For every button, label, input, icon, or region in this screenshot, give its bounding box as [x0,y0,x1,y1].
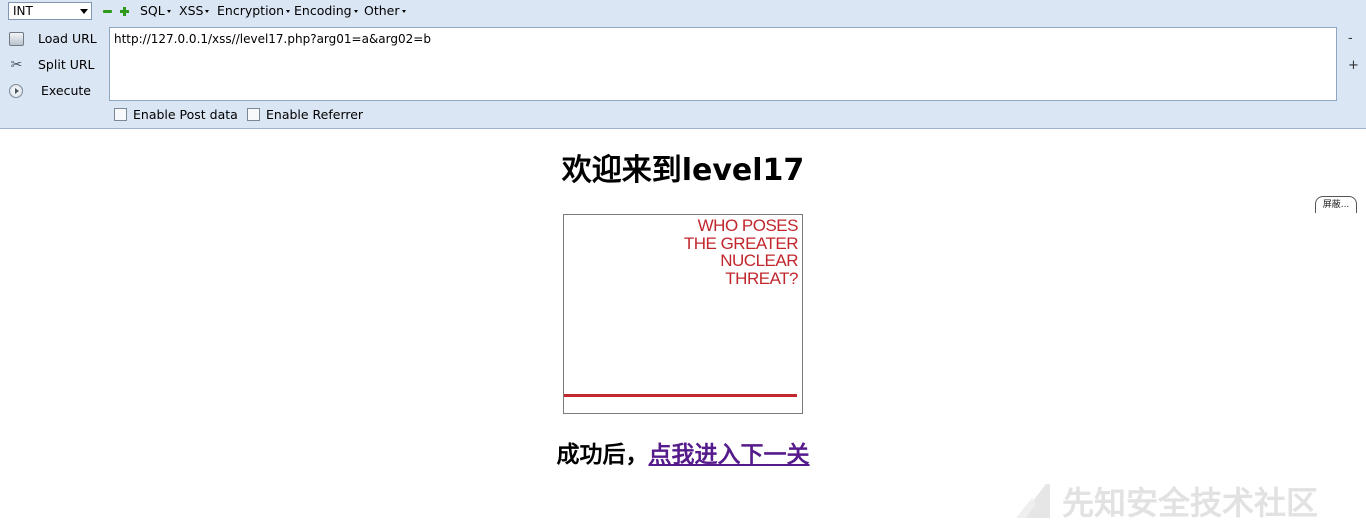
int-select-value: INT [13,4,33,18]
page-title: 欢迎来到level17 [561,153,805,188]
play-icon [9,84,23,98]
int-type-select[interactable]: INT [8,2,92,20]
caret-down-icon [353,10,358,13]
caret-down-icon [401,10,406,13]
watermark: 先知安全技术社区 [1012,478,1318,528]
menu-sql-label: SQL [140,3,165,18]
plus-icon[interactable] [120,7,129,16]
menu-sql[interactable]: SQL [140,3,171,19]
enable-referrer-checkbox[interactable]: Enable Referrer [247,107,363,125]
load-url-icon [9,32,24,46]
embed-divider [564,394,797,397]
embed-caption: WHO POSES THE GREATER NUCLEAR THREAT? [683,216,799,288]
caret-down-icon [286,10,291,13]
split-url-label: Split URL [38,57,95,72]
caret-down-icon [166,10,171,13]
menu-xss[interactable]: XSS [179,3,210,19]
menu-encoding[interactable]: Encoding [294,3,358,19]
next-level-link[interactable]: 点我进入下一关 [649,442,810,468]
execute-label: Execute [41,83,91,98]
menu-other[interactable]: Other [364,3,406,19]
embed-caption-line: THREAT? [725,268,798,288]
load-url-label: Load URL [38,31,97,46]
embedded-flash-object[interactable]: WHO POSES THE GREATER NUCLEAR THREAT? [563,214,803,414]
hackbar-menu-row: INT SQL XSS Encryption Encoding Other [0,0,1366,24]
url-text: http://127.0.0.1/xss//level17.php?arg01=… [114,32,431,46]
split-url-button[interactable]: ✂ Split URL [6,54,98,76]
enable-post-checkbox[interactable]: Enable Post data [114,107,238,125]
load-url-button[interactable]: Load URL [6,28,98,50]
embed-caption-line: NUCLEAR [720,251,798,270]
menu-encryption[interactable]: Encryption [217,3,291,19]
scissors-icon: ✂ [10,57,23,73]
enable-post-label: Enable Post data [133,107,238,122]
checkbox-icon [114,108,127,121]
checkbox-icon [247,108,260,121]
enable-referrer-label: Enable Referrer [266,107,364,122]
block-tab[interactable]: 屏蔽... [1315,196,1357,213]
xianzhi-logo-icon [1016,484,1050,518]
embed-caption-line: THE GREATER [683,233,799,253]
menu-other-label: Other [364,3,400,18]
execute-button[interactable]: Execute [6,80,98,102]
menu-xss-label: XSS [179,3,204,18]
shrink-button[interactable]: - [1348,31,1353,46]
menu-encryption-label: Encryption [217,3,285,18]
watermark-text: 先知安全技术社区 [1062,484,1319,522]
url-textarea[interactable]: http://127.0.0.1/xss//level17.php?arg01=… [109,27,1337,101]
caret-down-icon [205,10,210,13]
minus-icon[interactable] [103,7,112,16]
next-level-line: 成功后，点我进入下一关 [0,436,1366,474]
embed-caption-line: WHO POSES [697,216,799,235]
footer-prefix: 成功后， [556,442,649,468]
menu-encoding-label: Encoding [294,3,352,18]
expand-button[interactable]: + [1348,58,1359,73]
chevron-down-icon [80,9,88,14]
hackbar-toolbar: INT SQL XSS Encryption Encoding Other Lo… [0,0,1366,129]
